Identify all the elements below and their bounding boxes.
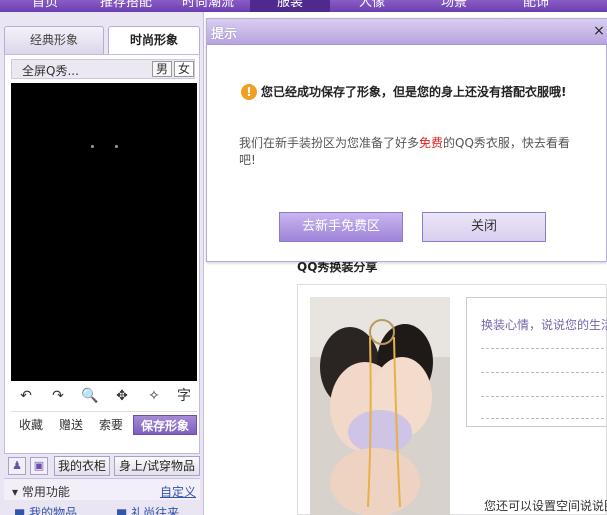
nav-item-portrait[interactable]: 人像 bbox=[334, 0, 410, 12]
share-photo[interactable] bbox=[310, 297, 450, 515]
mood-line bbox=[481, 372, 607, 373]
customize-link[interactable]: 自定义 bbox=[160, 483, 196, 500]
avatar-actions: 收藏 赠送 索要 保存形象 bbox=[11, 411, 197, 435]
nav-item-recommend[interactable]: 推荐搭配 bbox=[86, 0, 166, 12]
set-space-text: 您还可以设置空间说说图 bbox=[484, 499, 607, 513]
quick-link-gifts[interactable]: ■ 礼尚往来 bbox=[116, 504, 179, 515]
gift-button[interactable]: 赠送 bbox=[57, 415, 85, 435]
move-icon[interactable]: ✥ bbox=[111, 385, 133, 407]
go-free-zone-button[interactable]: 去新手免费区 bbox=[279, 212, 403, 242]
nav-item-scene[interactable]: 场景 bbox=[414, 0, 494, 12]
collect-button[interactable]: 收藏 bbox=[17, 415, 45, 435]
magic-wand-icon[interactable]: ✧ bbox=[143, 385, 165, 407]
quick-link-my-items[interactable]: ■ 我的物品 bbox=[14, 504, 77, 515]
gender-male-button[interactable]: 男 bbox=[152, 61, 172, 77]
close-icon[interactable]: × bbox=[592, 22, 606, 40]
my-wardrobe-button[interactable]: 我的衣柜 bbox=[54, 456, 110, 476]
nav-item-clothing[interactable]: 服装 bbox=[250, 0, 330, 12]
viewer-header: 全屏Q秀... 男 女 bbox=[11, 59, 195, 79]
nav-item-fashion[interactable]: 时尚潮流 bbox=[170, 0, 246, 12]
share-box: 换装心情，说说您的生活 您还可以设置空间说说图 bbox=[297, 284, 607, 515]
text-tool-icon[interactable]: 字 bbox=[173, 385, 195, 407]
mood-placeholder: 换装心情，说说您的生活 bbox=[481, 318, 607, 332]
warning-icon: ! bbox=[241, 84, 257, 100]
top-nav: 首页 推荐搭配 时尚潮流 服装 人像 场景 配饰 bbox=[0, 0, 607, 12]
close-dialog-button[interactable]: 关闭 bbox=[422, 212, 546, 242]
common-functions-header: ▾ 常用功能 自定义 bbox=[4, 478, 200, 500]
person-icon[interactable]: ♟ bbox=[8, 457, 26, 475]
avatar-viewer: 全屏Q秀... 男 女 ↶ ↷ 🔍 ✥ ✧ 字 收藏 赠送 索要 保存形象 bbox=[4, 54, 200, 454]
dialog-sub-message: 我们在新手装扮区为您准备了好多免费的QQ秀衣服，快去看看吧! bbox=[239, 136, 570, 167]
gender-female-button[interactable]: 女 bbox=[174, 61, 194, 77]
request-button[interactable]: 索要 bbox=[97, 415, 125, 435]
dialog-header: 提示 × bbox=[207, 19, 607, 45]
avatar-stage[interactable] bbox=[11, 83, 197, 381]
undo-icon[interactable]: ↶ bbox=[15, 385, 37, 407]
zoom-icon[interactable]: 🔍 bbox=[79, 385, 101, 407]
dialog-main-message: 您已经成功保存了形象，但是您的身上还没有搭配衣服哦! bbox=[261, 85, 567, 99]
stage-toolbar: ↶ ↷ 🔍 ✥ ✧ 字 bbox=[11, 385, 197, 407]
mood-line bbox=[481, 418, 607, 419]
share-photo-image bbox=[310, 297, 450, 515]
avatar-eye-right bbox=[115, 145, 118, 148]
avatar-eye-left bbox=[91, 145, 94, 148]
save-avatar-button[interactable]: 保存形象 bbox=[133, 415, 197, 435]
quick-links: ■ 我的物品 ■ 礼尚往来 bbox=[4, 502, 200, 515]
tab-fashion[interactable]: 时尚形象 bbox=[108, 26, 200, 54]
save-disk-icon[interactable]: ▣ bbox=[30, 457, 48, 475]
tab-classic[interactable]: 经典形象 bbox=[4, 26, 104, 54]
wardrobe-row: ♟ ▣ 我的衣柜 身上/试穿物品 bbox=[4, 456, 200, 476]
mood-line bbox=[481, 348, 607, 349]
trying-items-button[interactable]: 身上/试穿物品 bbox=[114, 456, 200, 476]
mood-input[interactable]: 换装心情，说说您的生活 bbox=[466, 297, 607, 427]
mood-line bbox=[481, 396, 607, 397]
dialog-title: 提示 bbox=[211, 27, 238, 42]
nav-item-accessory[interactable]: 配饰 bbox=[498, 0, 574, 12]
free-highlight: 免费 bbox=[419, 136, 444, 150]
style-tabs: 经典形象 时尚形象 bbox=[4, 26, 200, 54]
fullscreen-qshow-link[interactable]: 全屏Q秀... bbox=[22, 62, 79, 79]
tip-dialog: 提示 × ! 您已经成功保存了形象，但是您的身上还没有搭配衣服哦! 我们在新手装… bbox=[206, 18, 607, 262]
nav-item-home[interactable]: 首页 bbox=[10, 0, 80, 12]
common-functions-title[interactable]: ▾ 常用功能 bbox=[12, 483, 70, 500]
redo-icon[interactable]: ↷ bbox=[47, 385, 69, 407]
left-panel: 经典形象 时尚形象 全屏Q秀... 男 女 ↶ ↷ 🔍 ✥ ✧ 字 收藏 赠送 … bbox=[0, 12, 204, 515]
